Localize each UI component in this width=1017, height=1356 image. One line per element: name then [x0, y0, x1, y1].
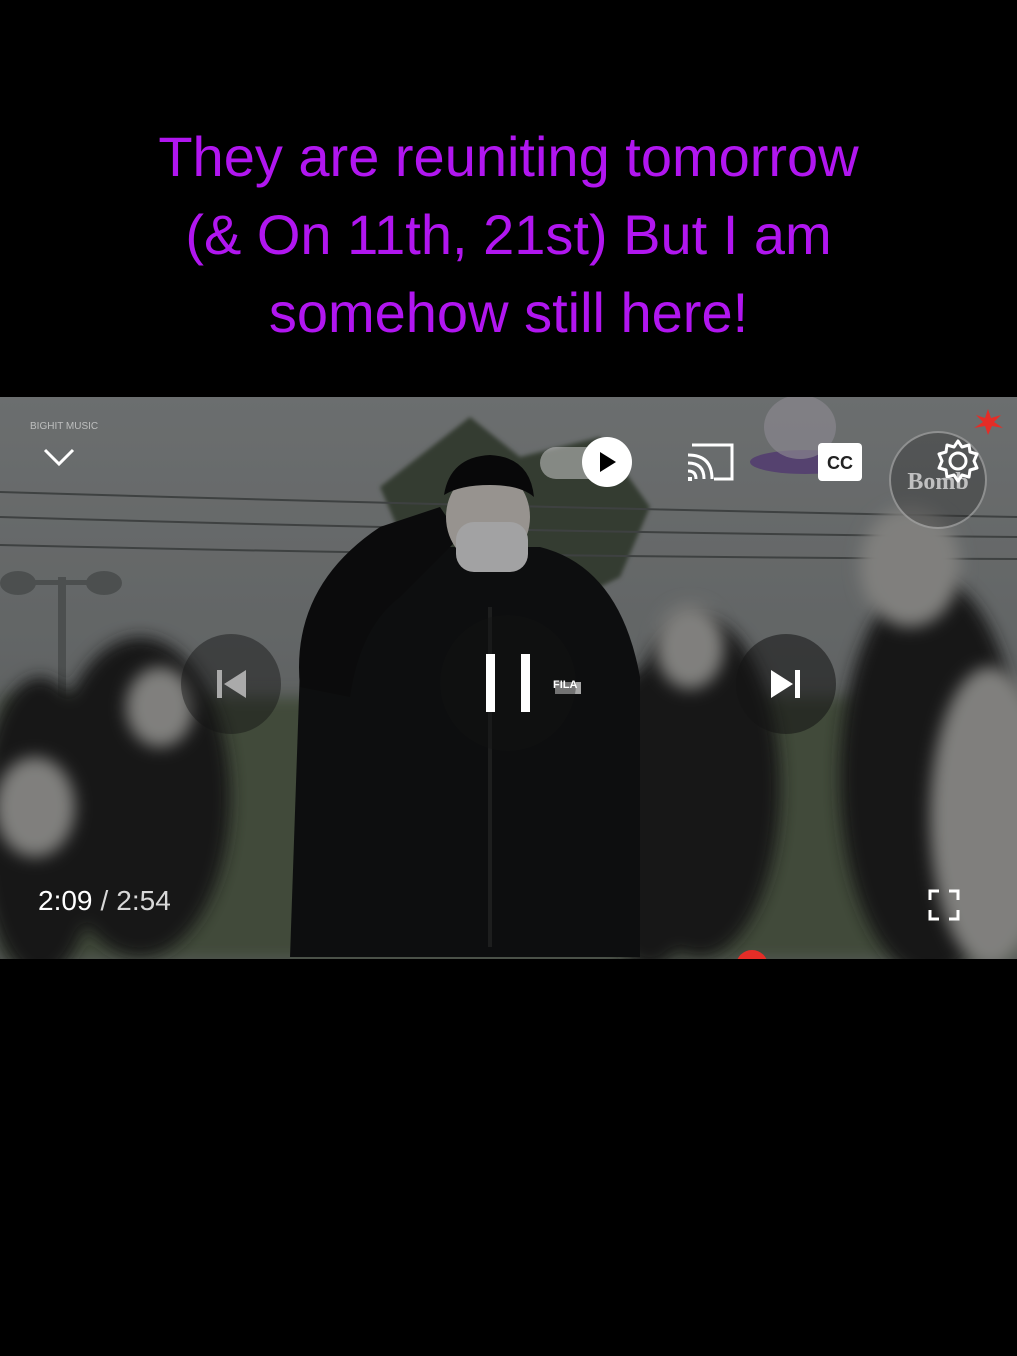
time-display: 2:09/2:54	[38, 885, 171, 917]
fila-logo: FILA	[553, 679, 578, 691]
fullscreen-button[interactable]	[922, 883, 966, 927]
skip-next-icon	[771, 670, 800, 698]
time-separator: /	[100, 885, 109, 916]
pause-icon	[486, 654, 530, 712]
svg-text:CC: CC	[827, 453, 853, 473]
caption-line-1: They are reuniting tomorrow	[158, 125, 859, 188]
next-button[interactable]	[736, 634, 836, 734]
meme-caption: They are reuniting tomorrow (& On 11th, …	[60, 118, 957, 352]
chevron-down-icon[interactable]	[34, 439, 84, 475]
bighit-watermark: BIGHIT MUSIC	[30, 421, 99, 432]
autoplay-toggle[interactable]	[540, 437, 632, 489]
cc-icon[interactable]: CC	[816, 441, 864, 483]
duration: 2:54	[116, 885, 171, 916]
previous-button[interactable]	[181, 634, 281, 734]
skip-previous-icon	[217, 670, 246, 698]
gear-icon[interactable]	[930, 433, 986, 489]
caption-line-3: somehow still here!	[268, 281, 749, 344]
autoplay-toggle-icon	[582, 437, 632, 487]
current-time: 2:09	[38, 885, 93, 916]
cast-icon[interactable]	[680, 437, 740, 487]
video-player[interactable]: BIGHIT MUSIC CC Bomb FILA 2:09 / 2:54	[0, 397, 1017, 959]
fullscreen-icon	[928, 889, 960, 921]
caption-line-2: (& On 11th, 21st) But I am	[185, 203, 832, 266]
